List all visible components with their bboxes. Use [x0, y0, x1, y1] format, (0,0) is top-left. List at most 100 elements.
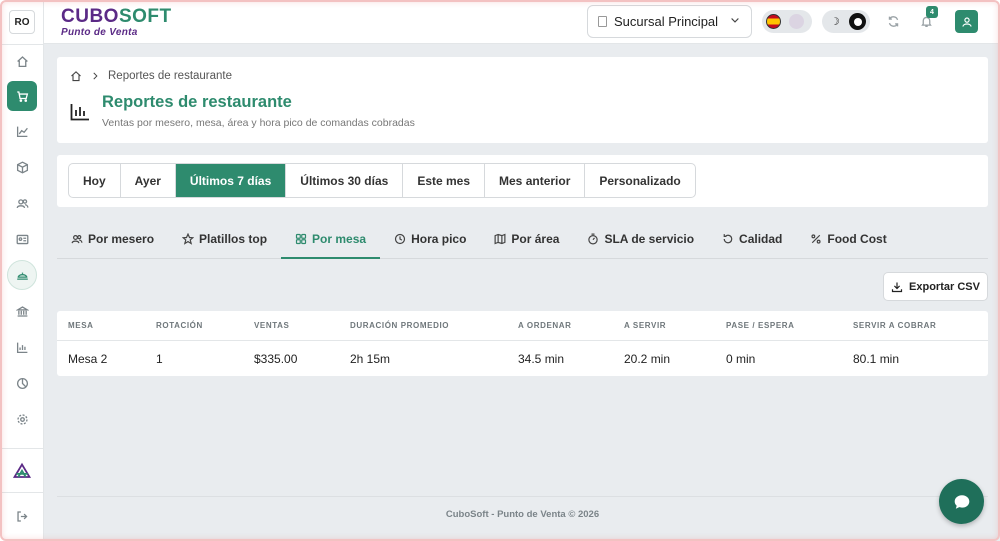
top-bar: CUBOSOFT Punto de Venta Sucursal Princip…	[44, 0, 1000, 44]
sidebar-item-history[interactable]	[7, 368, 37, 398]
range-this-month-button[interactable]: Este mes	[403, 164, 486, 197]
gear-icon	[16, 413, 28, 425]
column-header-a-servir[interactable]: A SERVIR	[624, 321, 666, 330]
line-chart-icon	[16, 126, 28, 137]
chat-bubble-icon	[954, 494, 969, 509]
theme-toggle[interactable]: ☽	[822, 10, 870, 33]
column-header-servir-a-cobrar[interactable]: SERVIR A COBRAR	[853, 321, 936, 330]
tab-label: Por mesa	[312, 231, 367, 246]
bank-icon	[15, 305, 29, 317]
sidebar-item-restaurant[interactable]	[7, 260, 37, 290]
report-table: MESA ROTACIÓN VENTAS DURACIÓN PROMEDIO A…	[57, 311, 988, 376]
sidebar-item-inventory[interactable]	[7, 152, 37, 182]
report-tabs: Por mesero Platillos top Por mesa Hora p…	[57, 219, 988, 259]
cell-a-servir: 20.2 min	[624, 352, 671, 366]
home-icon[interactable]	[70, 70, 82, 82]
cell-a-ordenar: 34.5 min	[518, 352, 565, 366]
cell-duracion-promedio: 2h 15m	[350, 352, 391, 366]
moon-icon: ☽	[830, 16, 840, 28]
tab-label: Calidad	[739, 231, 783, 246]
branch-select[interactable]: Sucursal Principal	[587, 5, 752, 38]
cart-icon	[16, 90, 28, 102]
sidebar-brand-logo	[7, 457, 37, 487]
map-icon	[494, 233, 506, 244]
range-last-month-button[interactable]: Mes anterior	[485, 164, 586, 197]
breadcrumb-current: Reportes de restaurante	[108, 70, 233, 82]
tab-por-mesa[interactable]: Por mesa	[281, 219, 381, 259]
percent-icon	[811, 233, 821, 244]
sidebar-item-analytics[interactable]	[7, 116, 37, 146]
branch-select-value: Sucursal Principal	[614, 14, 719, 29]
building-icon	[598, 16, 607, 27]
sidebar-item-home[interactable]	[7, 46, 37, 76]
sidebar-item-sales[interactable]	[7, 81, 37, 111]
bar-chart-icon	[16, 342, 27, 353]
cell-rotacion: 1	[156, 352, 163, 366]
column-header-ventas[interactable]: VENTAS	[254, 321, 289, 330]
home-icon	[16, 55, 28, 67]
range-last-7-days-button[interactable]: Últimos 7 días	[175, 164, 287, 197]
tab-calidad[interactable]: Calidad	[708, 219, 796, 258]
export-csv-label: Exportar CSV	[909, 280, 980, 293]
download-icon	[891, 282, 903, 292]
logout-button[interactable]	[7, 501, 37, 531]
brand-name-part1: CUBO	[61, 6, 119, 27]
star-icon	[182, 232, 195, 245]
column-header-pase-espera[interactable]: PASE / ESPERA	[726, 321, 795, 330]
box-icon	[16, 160, 28, 174]
table-header: MESA ROTACIÓN VENTAS DURACIÓN PROMEDIO A…	[57, 311, 988, 341]
sidebar-item-cards[interactable]	[7, 224, 37, 254]
range-today-button[interactable]: Hoy	[69, 164, 121, 197]
column-header-rotacion[interactable]: ROTACIÓN	[156, 321, 203, 330]
sidebar: RO	[0, 0, 44, 541]
users-icon	[16, 198, 28, 208]
cell-servir-a-cobrar: 80.1 min	[853, 352, 900, 366]
timer-icon	[588, 233, 599, 244]
tab-label: SLA de servicio	[604, 231, 695, 246]
chevron-right-icon	[93, 72, 98, 80]
language-toggle[interactable]	[762, 10, 812, 33]
tab-por-area[interactable]: Por área	[480, 219, 573, 258]
footer-copyright: CuboSoft - Punto de Venta © 2026	[445, 509, 600, 520]
sidebar-item-bank[interactable]	[7, 296, 37, 326]
dish-icon	[16, 272, 28, 280]
table-row[interactable]: Mesa 2 1 $335.00 2h 15m 34.5 min 20.2 mi…	[57, 341, 988, 376]
page-title: Reportes de restaurante	[102, 93, 292, 111]
spain-flag-icon[interactable]	[766, 14, 781, 29]
column-header-a-ordenar[interactable]: A ORDENAR	[518, 321, 572, 330]
tab-sla-servicio[interactable]: SLA de servicio	[573, 219, 708, 258]
column-header-mesa[interactable]: MESA	[68, 321, 94, 330]
sidebar-item-customers[interactable]	[7, 188, 37, 218]
user-initials[interactable]: RO	[9, 10, 35, 34]
clock-icon	[394, 233, 406, 244]
sidebar-item-settings[interactable]	[7, 404, 37, 434]
brand-name-part2: SOFT	[118, 6, 172, 27]
user-menu-button[interactable]	[955, 10, 978, 33]
footer-divider	[57, 496, 988, 497]
column-header-duracion-promedio[interactable]: DURACIÓN PROMEDIO	[350, 321, 449, 330]
sidebar-divider	[0, 448, 44, 449]
tab-por-mesero[interactable]: Por mesero	[57, 219, 168, 258]
range-last-30-days-button[interactable]: Últimos 30 días	[286, 164, 404, 197]
sidebar-item-reports[interactable]	[7, 332, 37, 362]
tab-platillos-top[interactable]: Platillos top	[168, 219, 281, 258]
sidebar-divider	[0, 44, 44, 45]
tab-hora-pico[interactable]: Hora pico	[380, 219, 480, 258]
refresh-icon	[888, 15, 898, 27]
pie-chart-icon	[16, 377, 28, 389]
tab-food-cost[interactable]: Food Cost	[796, 219, 900, 258]
tab-label: Por mesero	[88, 231, 155, 246]
date-range-selector: Hoy Ayer Últimos 7 días Últimos 30 días …	[68, 163, 696, 198]
theme-toggle-knob	[849, 13, 866, 30]
page-header-card: Reportes de restaurante Reportes de rest…	[57, 57, 988, 143]
refresh-button[interactable]	[884, 12, 902, 30]
brand-logo[interactable]: CUBOSOFT Punto de Venta	[61, 6, 172, 38]
range-yesterday-button[interactable]: Ayer	[121, 164, 176, 197]
uk-flag-icon[interactable]	[789, 14, 804, 29]
cell-pase-espera: 0 min	[726, 352, 756, 366]
chat-button[interactable]	[939, 479, 984, 524]
notifications-badge: 4	[926, 6, 938, 18]
range-custom-button[interactable]: Personalizado	[585, 164, 694, 197]
tab-label: Por área	[511, 231, 560, 246]
export-csv-button[interactable]: Exportar CSV	[883, 272, 988, 301]
